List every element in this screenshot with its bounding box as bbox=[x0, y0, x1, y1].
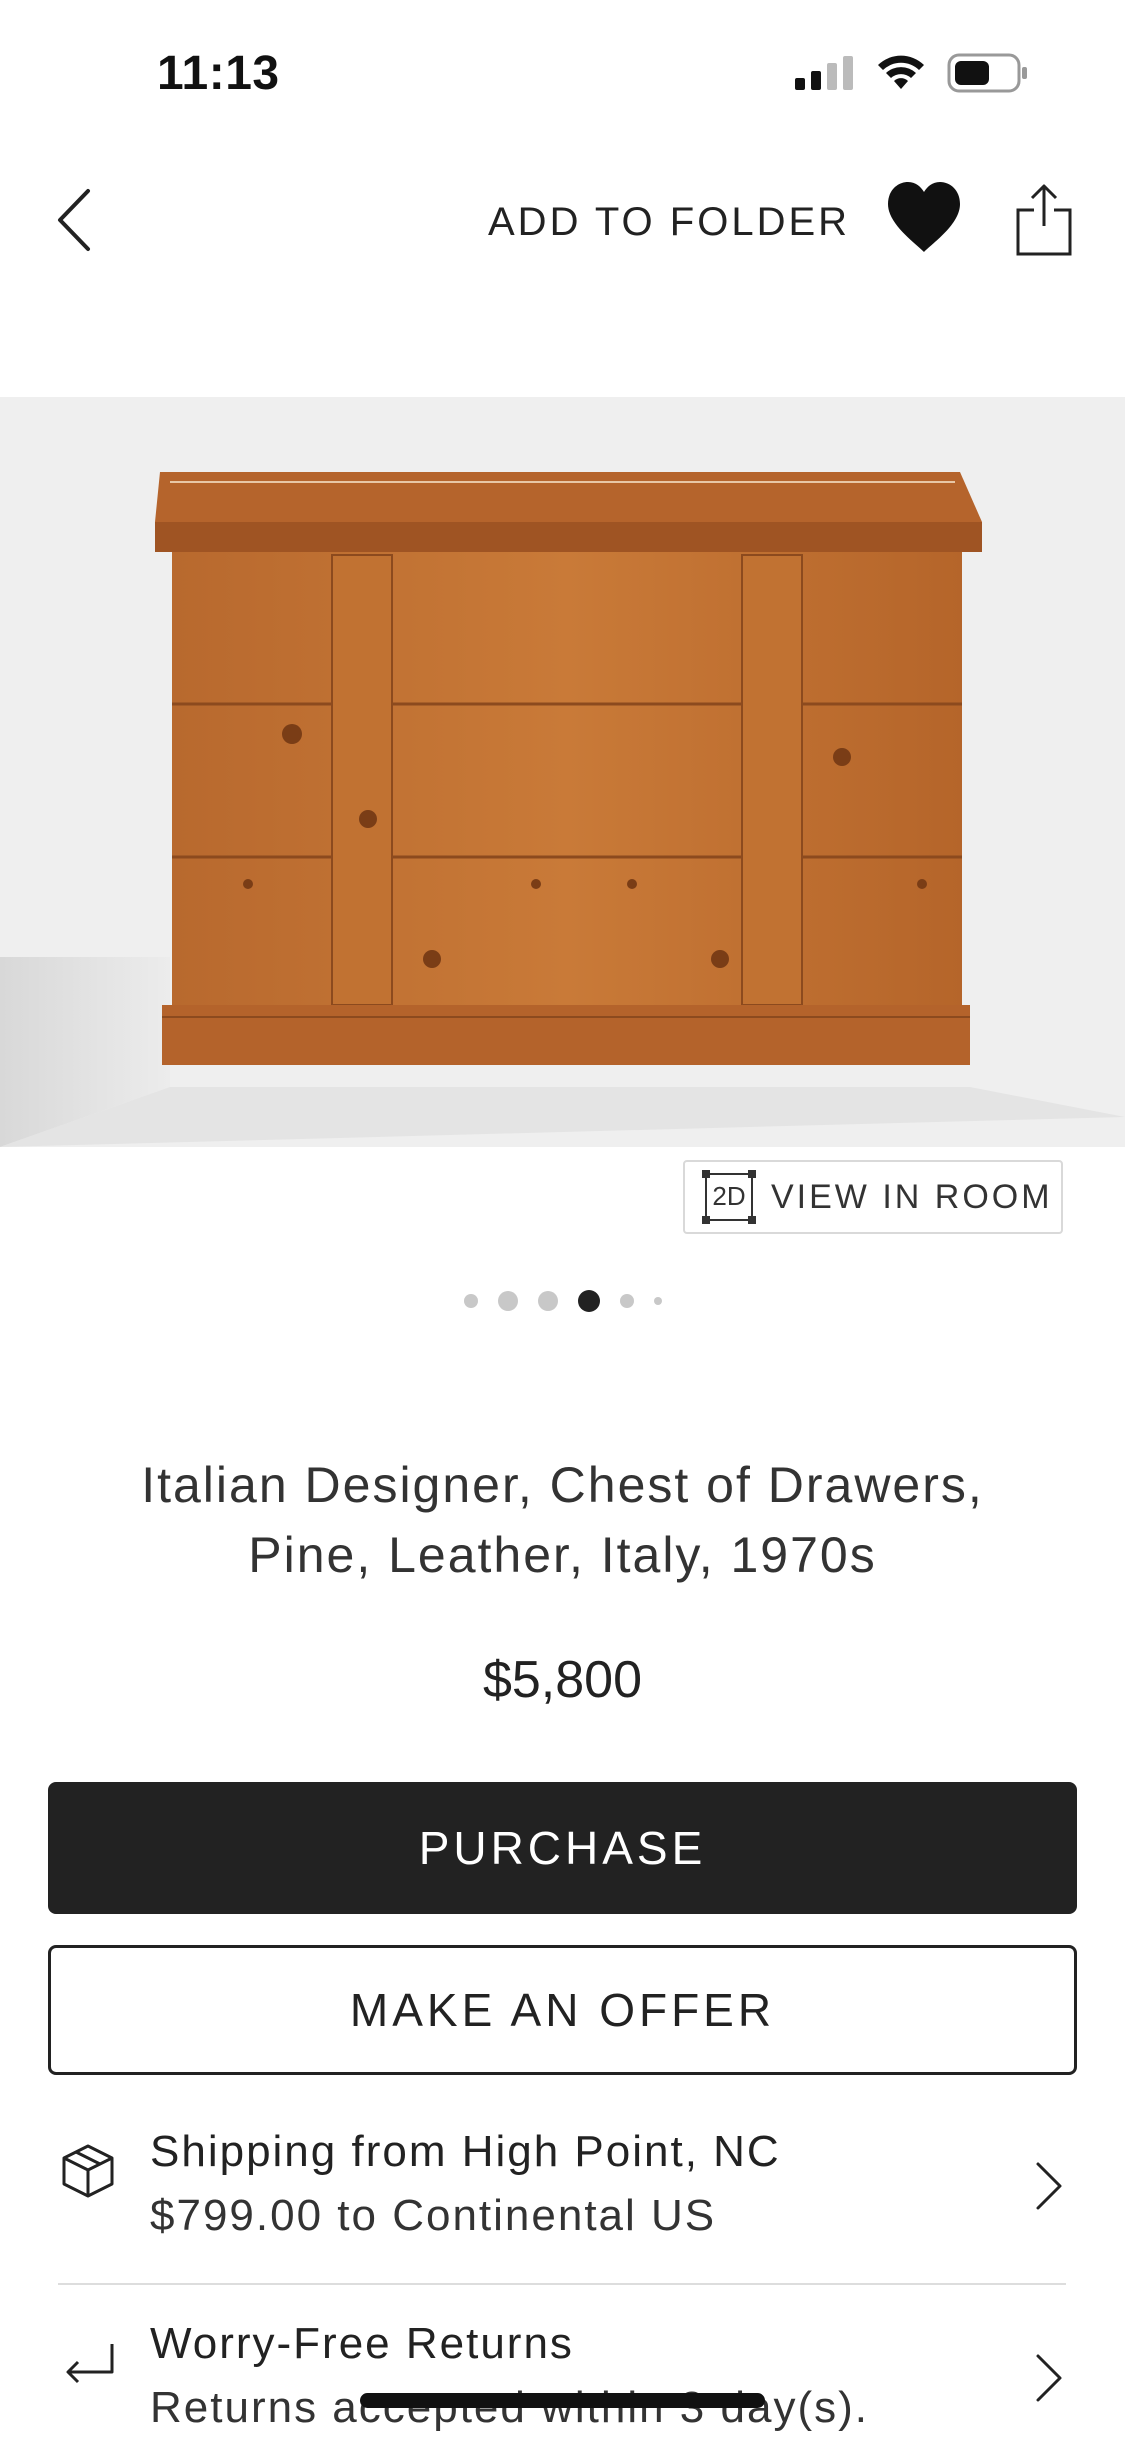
product-title: Italian Designer, Chest of Drawers, Pine… bbox=[60, 1450, 1065, 1590]
make-offer-button[interactable]: MAKE AN OFFER bbox=[48, 1945, 1077, 2075]
view-in-room-label: VIEW IN ROOM bbox=[771, 1177, 1053, 1216]
share-button[interactable] bbox=[1012, 182, 1076, 258]
view-in-room-button[interactable]: 2D VIEW IN ROOM bbox=[683, 1160, 1063, 1234]
chevron-right-icon bbox=[1036, 2354, 1062, 2402]
back-button[interactable] bbox=[44, 180, 104, 260]
share-icon bbox=[1016, 184, 1072, 256]
ar-badge-label: 2D bbox=[712, 1181, 746, 1211]
carousel-dot[interactable] bbox=[653, 1297, 662, 1305]
signal-icon bbox=[795, 56, 853, 90]
carousel-dot[interactable] bbox=[537, 1291, 558, 1311]
status-time: 11:13 bbox=[157, 47, 280, 100]
shipping-info-row[interactable]: Shipping from High Point, NC $799.00 to … bbox=[58, 2120, 1068, 2248]
return-arrow-icon bbox=[66, 2344, 114, 2384]
product-price: $5,800 bbox=[482, 1651, 643, 1709]
carousel-dot-active[interactable] bbox=[577, 1290, 600, 1312]
product-title-line2: Pine, Leather, Italy, 1970s bbox=[248, 1527, 877, 1583]
add-to-folder-button[interactable]: ADD TO FOLDER bbox=[488, 200, 850, 245]
home-indicator[interactable] bbox=[360, 2393, 765, 2408]
product-image bbox=[0, 472, 1125, 1147]
returns-info-row[interactable]: Worry-Free Returns Returns accepted with… bbox=[58, 2312, 1068, 2440]
status-icons bbox=[795, 52, 1029, 94]
shipping-subtitle: $799.00 to Continental US bbox=[150, 2191, 717, 2240]
favorite-button[interactable] bbox=[884, 178, 964, 258]
returns-title: Worry-Free Returns bbox=[150, 2319, 574, 2368]
product-image-carousel[interactable] bbox=[0, 397, 1125, 1147]
battery-icon bbox=[947, 53, 1027, 93]
chevron-right-icon bbox=[1036, 2162, 1062, 2210]
carousel-dot[interactable] bbox=[463, 1294, 478, 1308]
returns-subtitle: Returns accepted within 3 day(s). bbox=[150, 2383, 869, 2432]
purchase-button[interactable]: PURCHASE bbox=[48, 1782, 1077, 1914]
row-divider bbox=[58, 2283, 1066, 2285]
product-title-line1: Italian Designer, Chest of Drawers, bbox=[141, 1457, 984, 1513]
ar-2d-icon: 2D bbox=[701, 1169, 757, 1225]
chevron-left-icon bbox=[58, 189, 90, 251]
carousel-pagination[interactable] bbox=[0, 1286, 1125, 1316]
carousel-dot[interactable] bbox=[497, 1291, 518, 1311]
wifi-icon bbox=[878, 55, 924, 89]
heart-icon bbox=[888, 182, 960, 252]
box-icon bbox=[62, 2144, 114, 2198]
carousel-dot[interactable] bbox=[619, 1294, 634, 1308]
shipping-title: Shipping from High Point, NC bbox=[150, 2127, 781, 2176]
